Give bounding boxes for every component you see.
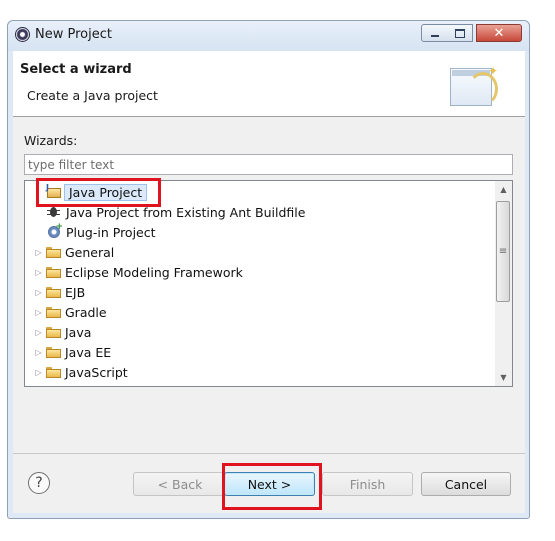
filter-input[interactable] bbox=[24, 154, 513, 175]
help-button[interactable]: ? bbox=[28, 472, 50, 494]
wizard-banner-icon: ✦ bbox=[450, 64, 500, 108]
maximize-icon bbox=[454, 28, 465, 38]
expand-arrow-icon[interactable]: ▷ bbox=[34, 268, 43, 277]
tree-item-java-project[interactable]: J Java Project bbox=[25, 182, 493, 202]
window-title: New Project bbox=[35, 27, 112, 42]
tree-item-label: Plug-in Project bbox=[66, 224, 156, 240]
expand-arrow-icon[interactable]: ▷ bbox=[34, 248, 43, 257]
expand-arrow-icon[interactable]: ▷ bbox=[34, 368, 43, 377]
scroll-down-arrow-icon[interactable]: ▼ bbox=[495, 369, 512, 386]
expand-arrow-icon[interactable]: ▷ bbox=[34, 348, 43, 357]
expand-arrow-icon[interactable]: ▷ bbox=[34, 288, 43, 297]
scroll-thumb[interactable]: ≡ bbox=[496, 201, 510, 302]
wizards-label: Wizards: bbox=[24, 133, 78, 148]
tree-item-ant-buildfile-project[interactable]: Java Project from Existing Ant Buildfile bbox=[25, 202, 493, 222]
tree-item-label: Gradle bbox=[65, 304, 107, 320]
cancel-button[interactable]: Cancel bbox=[421, 472, 511, 496]
folder-icon bbox=[46, 366, 61, 378]
tree-item-label: Java Project from Existing Ant Buildfile bbox=[66, 204, 306, 220]
tree-item-java[interactable]: ▷ Java bbox=[25, 322, 493, 342]
tree-item-eclipse-modeling-framework[interactable]: ▷ Eclipse Modeling Framework bbox=[25, 262, 493, 282]
tree-item-label: Eclipse Modeling Framework bbox=[65, 264, 243, 280]
header-description: Create a Java project bbox=[27, 88, 158, 103]
eclipse-icon bbox=[15, 27, 30, 42]
minimize-icon bbox=[430, 35, 439, 37]
tree-item-plugin-project[interactable]: + Plug-in Project bbox=[25, 222, 493, 242]
folder-icon bbox=[46, 286, 61, 298]
tree-item-ejb[interactable]: ▷ EJB bbox=[25, 282, 493, 302]
header-title: Select a wizard bbox=[20, 62, 132, 77]
tree-item-label: Java Project bbox=[64, 183, 148, 201]
button-bar-separator bbox=[13, 453, 525, 454]
maximize-button[interactable] bbox=[447, 24, 473, 42]
close-icon: ✕ bbox=[493, 25, 505, 41]
tree-item-label: Java EE bbox=[65, 344, 112, 360]
tree-item-label: Java bbox=[65, 324, 92, 340]
close-button[interactable]: ✕ bbox=[476, 24, 522, 42]
minimize-button[interactable] bbox=[421, 24, 448, 42]
folder-icon bbox=[46, 266, 61, 278]
next-button[interactable]: Next > bbox=[224, 472, 315, 496]
folder-icon bbox=[46, 326, 61, 338]
tree-item-label: EJB bbox=[65, 284, 86, 300]
tree-item-label: JavaScript bbox=[65, 364, 128, 380]
plugin-project-icon: + bbox=[46, 222, 63, 240]
wizard-header bbox=[13, 51, 525, 117]
finish-button[interactable]: Finish bbox=[322, 472, 413, 496]
help-icon: ? bbox=[35, 475, 43, 491]
tree-item-general[interactable]: ▷ General bbox=[25, 242, 493, 262]
java-project-icon: J bbox=[46, 184, 62, 200]
tree-item-java-ee[interactable]: ▷ Java EE bbox=[25, 342, 493, 362]
back-button[interactable]: < Back bbox=[133, 472, 227, 496]
wizard-tree[interactable]: J Java Project Java Project from Existin… bbox=[24, 180, 513, 387]
ant-icon bbox=[46, 204, 62, 220]
tree-item-label: General bbox=[65, 244, 115, 260]
tree-item-javascript[interactable]: ▷ JavaScript bbox=[25, 362, 493, 382]
folder-icon bbox=[46, 346, 61, 358]
folder-icon bbox=[46, 246, 61, 258]
folder-icon bbox=[46, 306, 61, 318]
expand-arrow-icon[interactable]: ▷ bbox=[34, 308, 43, 317]
tree-item-gradle[interactable]: ▷ Gradle bbox=[25, 302, 493, 322]
scroll-up-arrow-icon[interactable]: ▲ bbox=[495, 181, 512, 198]
expand-arrow-icon[interactable]: ▷ bbox=[34, 328, 43, 337]
